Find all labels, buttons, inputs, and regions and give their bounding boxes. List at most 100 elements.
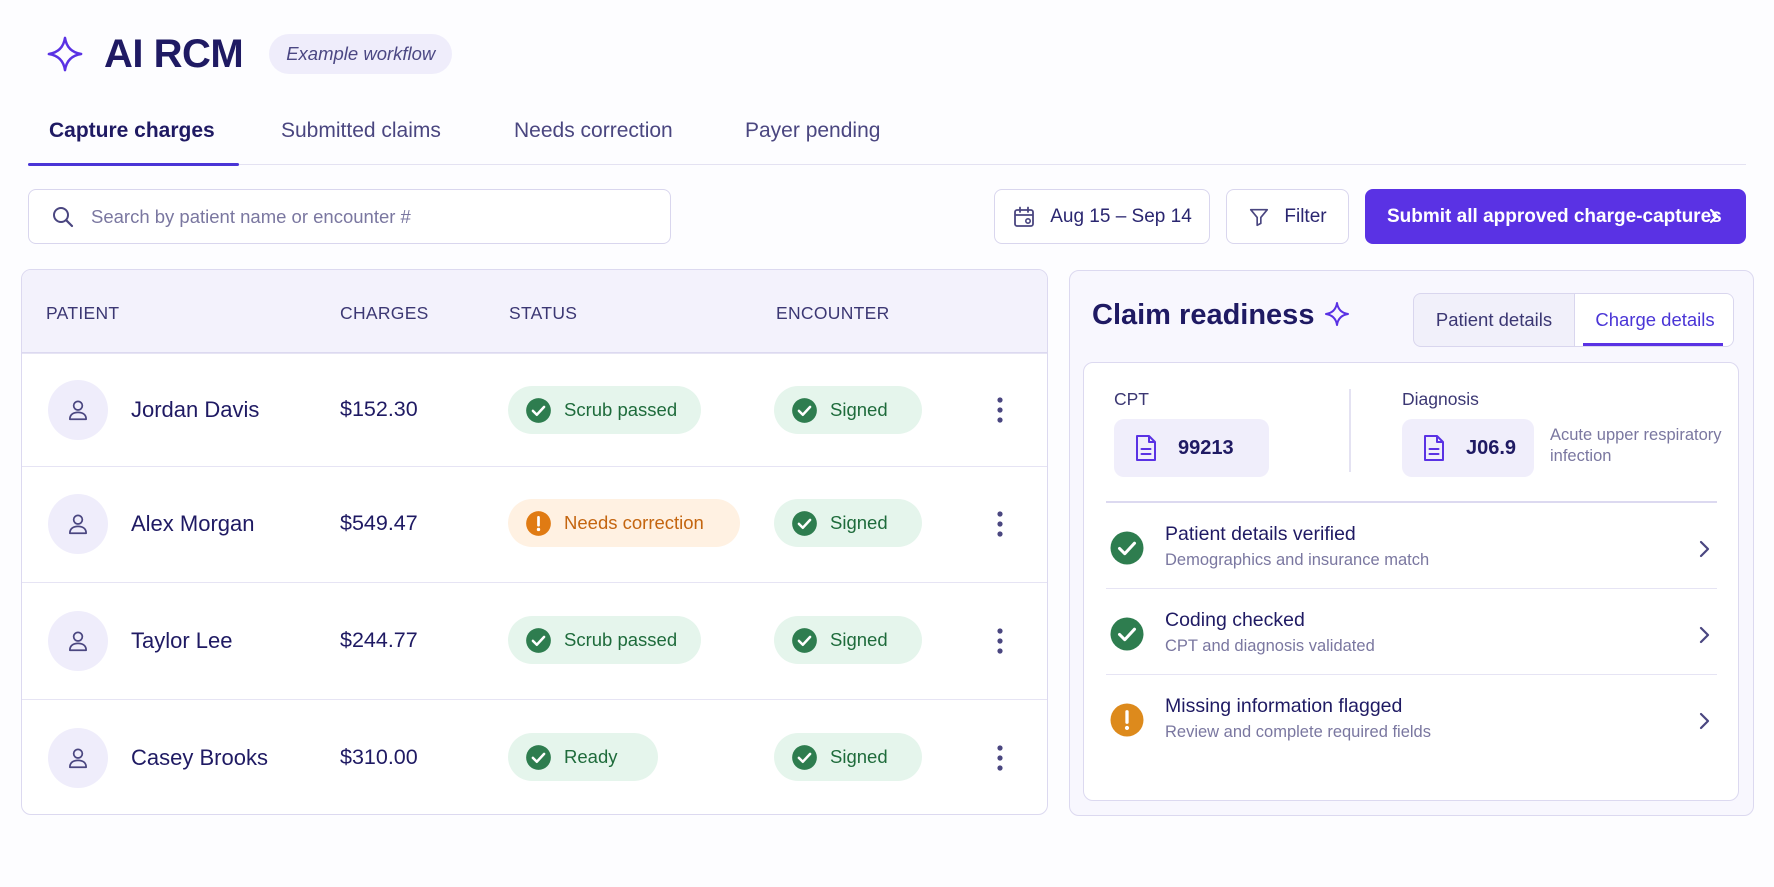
- row-menu-button[interactable]: [988, 621, 1012, 661]
- diagnosis-code-chip[interactable]: J06.9: [1402, 419, 1534, 477]
- check-item-missing-info[interactable]: Missing information flagged Review and c…: [1106, 685, 1717, 761]
- tab-payer-pending[interactable]: Payer pending: [745, 119, 880, 165]
- divider: [1106, 501, 1717, 503]
- active-tab-indicator: [28, 163, 239, 166]
- sparkle-logo-icon: [47, 36, 83, 72]
- encounter-badge: Signed: [774, 733, 922, 781]
- document-icon: [1424, 435, 1444, 461]
- table-row[interactable]: Jordan Davis $152.30 Scrub passed Signed: [22, 353, 1047, 466]
- date-range-label: Aug 15 – Sep 14: [1050, 205, 1192, 227]
- user-icon: [69, 631, 87, 652]
- kebab-menu-icon: [997, 628, 1003, 654]
- status-label: Ready: [564, 746, 618, 767]
- search-box[interactable]: [28, 189, 671, 244]
- check-circle-icon: [526, 397, 551, 423]
- filter-button[interactable]: Filter: [1226, 189, 1349, 244]
- status-badge: Scrub passed: [508, 386, 701, 434]
- document-icon: [1136, 435, 1156, 461]
- encounter-label: Signed: [830, 746, 888, 767]
- date-range-button[interactable]: Aug 15 – Sep 14: [994, 189, 1210, 244]
- encounter-badge: Signed: [774, 386, 922, 434]
- status-badge: Scrub passed: [508, 616, 701, 664]
- tab-patient-details[interactable]: Patient details: [1414, 294, 1574, 346]
- avatar: [48, 728, 108, 788]
- warning-circle-icon: [526, 510, 551, 536]
- check-circle-icon: [526, 744, 551, 770]
- column-header-status: STATUS: [509, 303, 578, 323]
- claim-readiness-panel: Claim readiness Patient details Charge d…: [1069, 270, 1754, 816]
- kebab-menu-icon: [997, 511, 1003, 537]
- chevron-right-icon: [1699, 626, 1710, 644]
- tab-submitted-claims[interactable]: Submitted claims: [281, 119, 441, 165]
- cpt-code-chip[interactable]: 99213: [1114, 419, 1269, 477]
- row-menu-button[interactable]: [988, 390, 1012, 430]
- avatar: [48, 611, 108, 671]
- charge-amount: $152.30: [340, 397, 418, 421]
- check-item-coding[interactable]: Coding checked CPT and diagnosis validat…: [1106, 599, 1717, 675]
- tab-needs-correction[interactable]: Needs correction: [514, 119, 673, 165]
- panel-title: Claim readiness: [1092, 299, 1315, 331]
- chevron-right-icon: [1699, 540, 1710, 558]
- chevron-right-icon: [1709, 208, 1719, 224]
- user-icon: [69, 748, 87, 769]
- warning-circle-icon: [1110, 703, 1144, 737]
- submit-all-label: Submit all approved charge-captures: [1387, 205, 1722, 227]
- patient-name[interactable]: Jordan Davis: [131, 397, 259, 423]
- charge-amount: $244.77: [340, 628, 418, 652]
- user-icon: [69, 400, 87, 421]
- chevron-right-icon: [1699, 712, 1710, 730]
- column-header-charges: CHARGES: [340, 303, 429, 323]
- patient-name[interactable]: Taylor Lee: [131, 628, 233, 654]
- status-badge: Needs correction: [508, 499, 740, 547]
- charges-table: PATIENT CHARGES STATUS ENCOUNTER Jordan …: [21, 269, 1048, 815]
- diagnosis-label: Diagnosis: [1402, 389, 1479, 409]
- patient-name[interactable]: Alex Morgan: [131, 511, 255, 537]
- row-menu-button[interactable]: [988, 738, 1012, 778]
- check-circle-icon: [1110, 617, 1144, 651]
- kebab-menu-icon: [997, 397, 1003, 423]
- charge-amount: $549.47: [340, 511, 418, 535]
- charge-details-card: CPT 99213 Diagnosis J06.9 Acute upper re…: [1083, 362, 1739, 801]
- encounter-badge: Signed: [774, 616, 922, 664]
- main-tabs: Capture charges Submitted claims Needs c…: [28, 105, 1746, 166]
- status-label: Needs correction: [564, 512, 704, 533]
- patient-name[interactable]: Casey Brooks: [131, 745, 268, 771]
- workflow-badge: Example workflow: [269, 34, 453, 74]
- check-circle-icon: [792, 744, 817, 770]
- encounter-label: Signed: [830, 399, 888, 420]
- cpt-code: 99213: [1178, 436, 1234, 459]
- charge-amount: $310.00: [340, 745, 418, 769]
- calendar-icon: [1014, 206, 1035, 227]
- avatar: [48, 380, 108, 440]
- column-header-encounter: ENCOUNTER: [776, 303, 890, 323]
- check-subtitle: Review and complete required fields: [1165, 723, 1431, 741]
- column-header-patient: PATIENT: [46, 303, 120, 323]
- active-tab-indicator: [1583, 343, 1723, 346]
- encounter-label: Signed: [830, 512, 888, 533]
- check-subtitle: CPT and diagnosis validated: [1165, 637, 1375, 655]
- row-menu-button[interactable]: [988, 504, 1012, 544]
- check-circle-icon: [1110, 531, 1144, 565]
- check-item-patient-details[interactable]: Patient details verified Demographics an…: [1106, 513, 1717, 589]
- encounter-badge: Signed: [774, 499, 922, 547]
- kebab-menu-icon: [997, 745, 1003, 771]
- user-icon: [69, 514, 87, 535]
- tab-capture-charges[interactable]: Capture charges: [49, 119, 215, 165]
- app-header: AI RCM Example workflow: [46, 30, 453, 78]
- table-row[interactable]: Alex Morgan $549.47 Needs correction Sig…: [22, 466, 1047, 582]
- sparkle-icon: [1324, 301, 1350, 327]
- tab-charge-details[interactable]: Charge details: [1574, 294, 1733, 346]
- filter-icon: [1250, 208, 1269, 226]
- search-icon: [53, 206, 74, 227]
- table-header: PATIENT CHARGES STATUS ENCOUNTER: [22, 270, 1047, 353]
- search-input[interactable]: [91, 205, 651, 228]
- check-circle-icon: [526, 627, 551, 653]
- submit-all-button[interactable]: Submit all approved charge-captures: [1365, 189, 1746, 244]
- table-row[interactable]: Casey Brooks $310.00 Ready Signed: [22, 699, 1047, 814]
- check-circle-icon: [792, 397, 817, 423]
- app-title: AI RCM: [104, 31, 244, 76]
- check-circle-icon: [792, 627, 817, 653]
- table-row[interactable]: Taylor Lee $244.77 Scrub passed Signed: [22, 582, 1047, 699]
- avatar: [48, 494, 108, 554]
- status-label: Scrub passed: [564, 629, 678, 650]
